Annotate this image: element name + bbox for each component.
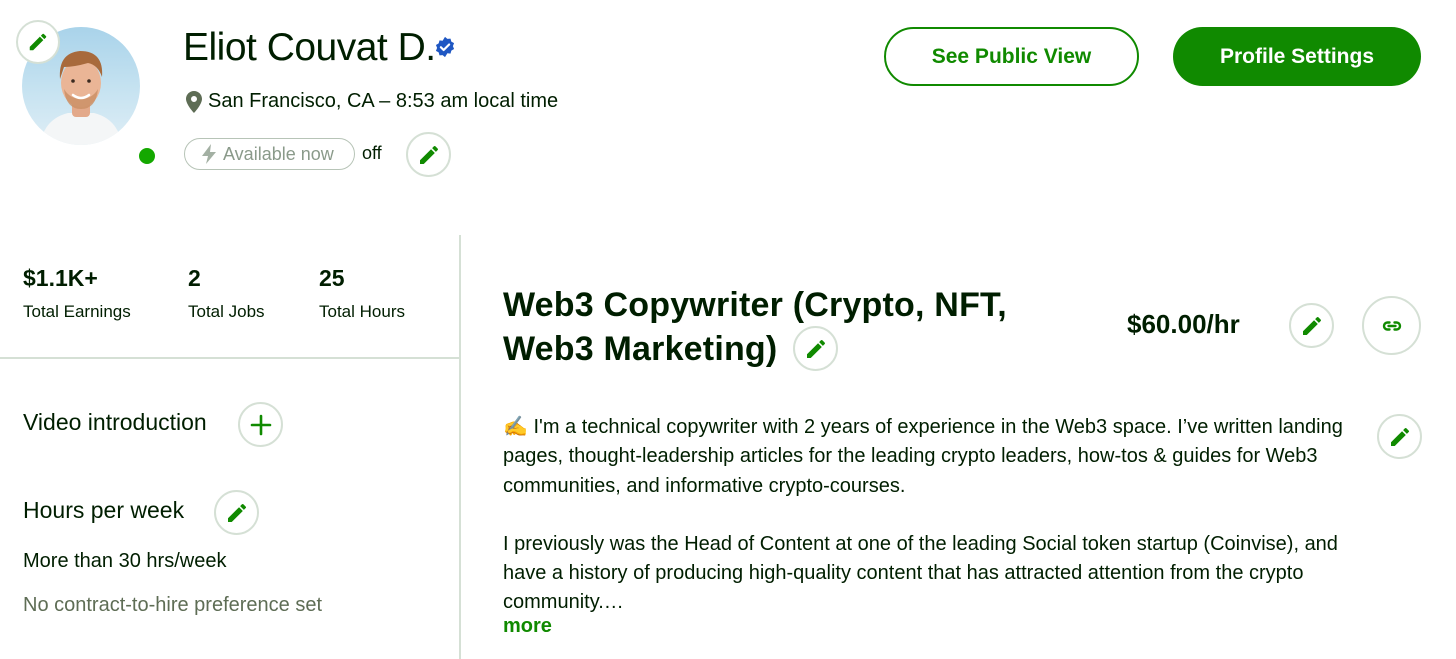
stat-total-earnings: $1.1K+ Total Earnings <box>23 265 131 322</box>
see-public-view-button[interactable]: See Public View <box>884 27 1139 86</box>
edit-hours-button[interactable] <box>214 490 259 535</box>
stat-total-jobs: 2 Total Jobs <box>188 265 265 322</box>
location-time: San Francisco, CA – 8:53 am local time <box>186 90 558 113</box>
stat-label: Total Earnings <box>23 302 131 321</box>
available-now-label: Available now <box>223 143 334 164</box>
stat-label: Total Jobs <box>188 302 265 321</box>
copy-link-button[interactable] <box>1362 296 1421 355</box>
edit-overview-button[interactable] <box>1377 414 1422 459</box>
stat-value: 2 <box>188 265 201 291</box>
pencil-icon <box>1302 316 1321 335</box>
stats-divider <box>0 357 460 359</box>
edit-photo-button[interactable] <box>16 20 60 64</box>
video-introduction-title: Video introduction <box>23 409 207 435</box>
more-link[interactable]: more <box>503 615 552 638</box>
profile-settings-button[interactable]: Profile Settings <box>1173 27 1421 86</box>
contract-to-hire-preference: No contract-to-hire preference set <box>23 594 323 616</box>
link-icon <box>1382 320 1401 331</box>
hours-per-week-title: Hours per week <box>23 497 185 523</box>
hours-per-week-value: More than 30 hrs/week <box>23 550 227 572</box>
profile-page: Eliot Couvat D. San Francisco, CA – 8:53… <box>0 0 1456 659</box>
online-status-dot <box>135 144 159 168</box>
lightning-icon <box>202 144 216 164</box>
verified-badge-icon <box>435 36 455 58</box>
available-now-badge[interactable]: Available now <box>184 138 355 170</box>
stat-total-hours: 25 Total Hours <box>319 265 405 322</box>
vertical-divider <box>459 235 461 659</box>
stat-value: 25 <box>319 265 345 291</box>
plus-icon <box>250 414 271 435</box>
profile-overview: ✍️ I'm a technical copywriter with 2 yea… <box>503 413 1353 618</box>
profile-title-line1: Web3 Copywriter (Crypto, NFT, <box>503 286 1007 324</box>
availability-state: off <box>362 143 382 163</box>
pencil-icon <box>227 503 246 522</box>
edit-rate-button[interactable] <box>1289 303 1334 348</box>
location-pin-icon <box>186 90 202 113</box>
hourly-rate: $60.00/hr <box>1127 309 1240 339</box>
pencil-icon <box>806 339 825 358</box>
stat-value: $1.1K+ <box>23 265 98 291</box>
profile-title-line2: Web3 Marketing) <box>503 330 778 368</box>
profile-name: Eliot Couvat D. <box>183 26 436 69</box>
add-video-button[interactable] <box>238 402 283 447</box>
pencil-icon <box>29 33 47 51</box>
overview-paragraph-2: I previously was the Head of Content at … <box>503 532 1338 614</box>
location-text: San Francisco, CA – 8:53 am local time <box>208 90 559 112</box>
pencil-icon <box>1390 427 1409 446</box>
edit-title-button[interactable] <box>793 326 838 371</box>
overview-paragraph-1: ✍️ I'm a technical copywriter with 2 yea… <box>503 416 1343 497</box>
profile-title: Web3 Copywriter (Crypto, NFT, Web3 Marke… <box>503 283 1043 371</box>
stat-label: Total Hours <box>319 302 405 321</box>
pencil-icon <box>419 145 438 164</box>
edit-availability-button[interactable] <box>406 132 451 177</box>
